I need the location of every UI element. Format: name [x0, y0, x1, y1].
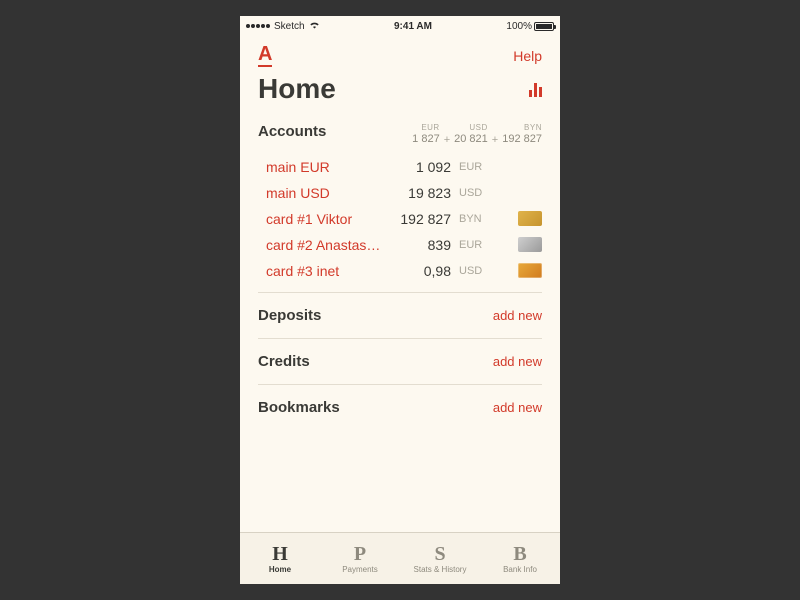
title-row: Home	[240, 67, 560, 113]
tab-glyph: B	[513, 544, 526, 564]
tab-glyph: P	[354, 544, 366, 564]
wifi-icon	[309, 21, 320, 32]
total-value: 1 827	[412, 133, 440, 146]
account-amount: 839	[389, 237, 451, 253]
content-area: Accounts EUR 1 827 + USD 20 821 + BYN 19…	[240, 113, 560, 532]
total-currency: BYN	[502, 123, 542, 133]
deposits-section: Deposits add new	[258, 293, 542, 339]
total-value: 192 827	[502, 133, 542, 146]
bookmarks-section: Bookmarks add new	[258, 385, 542, 430]
account-row[interactable]: card #1 Viktor 192 827 BYN	[258, 206, 542, 232]
tab-payments[interactable]: P Payments	[320, 533, 400, 584]
account-currency: EUR	[459, 161, 487, 173]
plus-separator: +	[492, 134, 498, 146]
account-name: main USD	[266, 185, 381, 201]
card-thumbnail-icon	[518, 237, 542, 252]
tab-label: Bank Info	[503, 565, 537, 574]
account-currency: USD	[459, 187, 487, 199]
account-name: card #3 inet	[266, 263, 381, 279]
signal-dots-icon	[246, 24, 270, 28]
account-name: main EUR	[266, 159, 381, 175]
account-currency: USD	[459, 265, 487, 277]
accounts-totals: EUR 1 827 + USD 20 821 + BYN 192 827	[412, 123, 542, 146]
total-currency: EUR	[412, 123, 440, 133]
phone-frame: Sketch 9:41 AM 100% A Help Home Accounts…	[240, 16, 560, 584]
tab-label: Stats & History	[414, 565, 467, 574]
page-title: Home	[258, 73, 336, 105]
accounts-header: Accounts EUR 1 827 + USD 20 821 + BYN 19…	[258, 113, 542, 154]
add-credit-link[interactable]: add new	[493, 354, 542, 369]
account-currency: EUR	[459, 239, 487, 251]
status-time: 9:41 AM	[394, 21, 432, 32]
tab-label: Payments	[342, 565, 378, 574]
account-currency: BYN	[459, 213, 487, 225]
accounts-title: Accounts	[258, 123, 326, 140]
account-row[interactable]: main USD 19 823 USD	[258, 180, 542, 206]
credits-section: Credits add new	[258, 339, 542, 385]
add-deposit-link[interactable]: add new	[493, 308, 542, 323]
account-row[interactable]: card #2 Anastasiya 839 EUR	[258, 232, 542, 258]
deposits-title: Deposits	[258, 307, 321, 324]
add-bookmark-link[interactable]: add new	[493, 400, 542, 415]
account-name: card #1 Viktor	[266, 211, 381, 227]
tab-bank-info[interactable]: B Bank Info	[480, 533, 560, 584]
account-amount: 192 827	[389, 211, 451, 227]
tab-glyph: S	[434, 544, 445, 564]
bookmarks-title: Bookmarks	[258, 399, 340, 416]
account-row[interactable]: main EUR 1 092 EUR	[258, 154, 542, 180]
tab-stats[interactable]: S Stats & History	[400, 533, 480, 584]
carrier-label: Sketch	[274, 21, 305, 32]
card-thumbnail-icon	[518, 263, 542, 278]
credits-title: Credits	[258, 353, 310, 370]
account-name: card #2 Anastasiya	[266, 237, 381, 253]
tab-glyph: H	[272, 544, 288, 564]
account-amount: 19 823	[389, 185, 451, 201]
app-header: A Help	[240, 36, 560, 67]
status-bar: Sketch 9:41 AM 100%	[240, 16, 560, 36]
tab-bar: H Home P Payments S Stats & History B Ba…	[240, 532, 560, 584]
help-link[interactable]: Help	[513, 48, 542, 64]
battery-icon	[534, 22, 554, 31]
accounts-list: main EUR 1 092 EUR main USD 19 823 USD c…	[258, 154, 542, 284]
tab-label: Home	[269, 565, 291, 574]
account-amount: 1 092	[389, 159, 451, 175]
total-value: 20 821	[454, 133, 488, 146]
account-row[interactable]: card #3 inet 0,98 USD	[258, 258, 542, 284]
tab-home[interactable]: H Home	[240, 533, 320, 584]
total-currency: USD	[454, 123, 488, 133]
account-amount: 0,98	[389, 263, 451, 279]
plus-separator: +	[444, 134, 450, 146]
battery-percent: 100%	[506, 21, 532, 32]
card-thumbnail-icon	[518, 211, 542, 226]
app-logo[interactable]: A	[258, 44, 272, 67]
stats-icon[interactable]	[529, 81, 542, 97]
